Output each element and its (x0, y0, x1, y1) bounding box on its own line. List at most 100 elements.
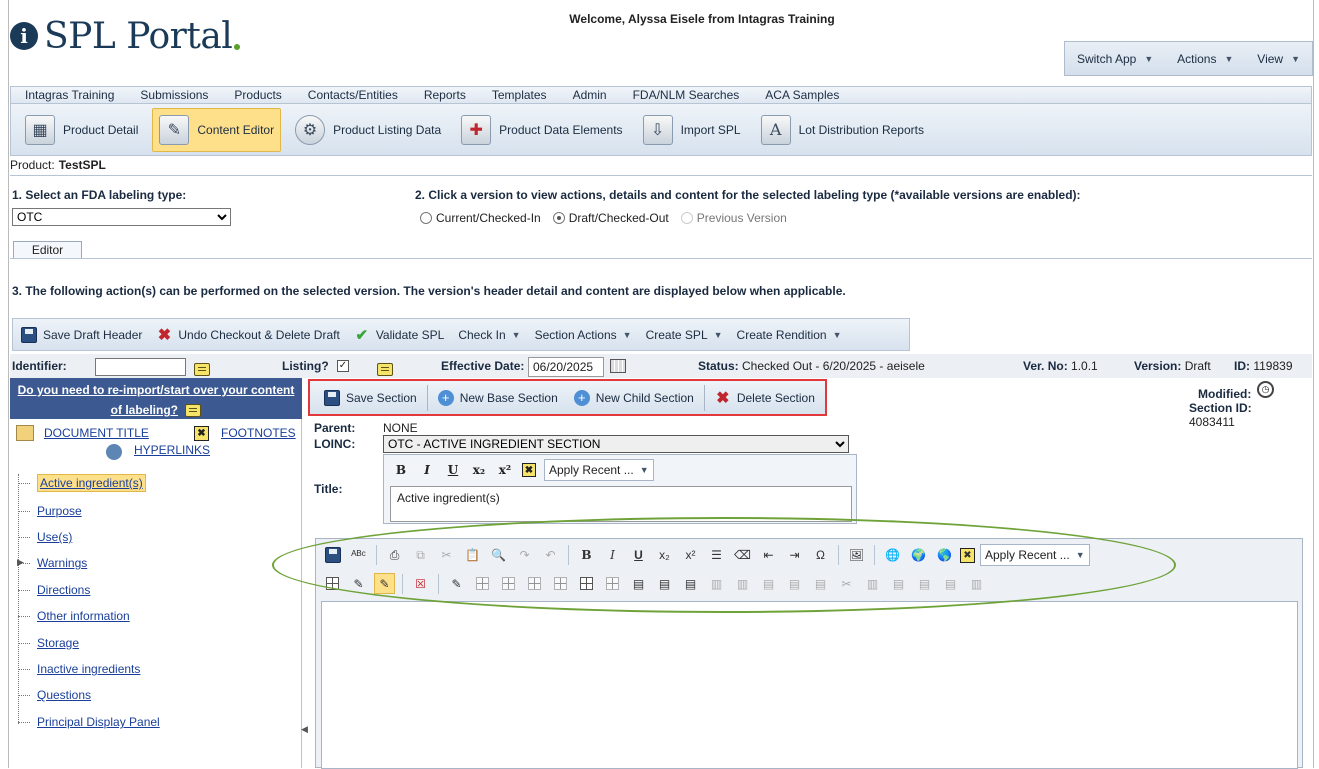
superscript-button[interactable]: x² (496, 461, 514, 479)
add-link-globe-icon[interactable]: 🌐 (882, 545, 903, 566)
nav-templates[interactable]: Templates (492, 88, 547, 102)
delete-table-icon[interactable]: ☒ (410, 573, 431, 594)
product-listing-data-button[interactable]: ⚙ Product Listing Data (289, 108, 447, 152)
find-icon[interactable]: 🔍 (488, 545, 509, 566)
save-draft-header-button[interactable]: Save Draft Header (21, 326, 142, 343)
tree-item-directions[interactable]: Directions (17, 583, 90, 597)
create-rendition-menu[interactable]: Create Rendition ▼ (737, 328, 842, 342)
tree-item-label[interactable]: Directions (37, 583, 90, 597)
identifier-input[interactable] (95, 358, 186, 376)
title-input[interactable]: Active ingredient(s) (390, 486, 852, 522)
align-right-icon[interactable]: ▤ (680, 573, 701, 594)
tree-item-label[interactable]: Principal Display Panel (37, 715, 160, 729)
superscript-button[interactable]: x² (680, 545, 701, 566)
tree-item-uses[interactable]: Use(s) (17, 530, 72, 544)
bullet-list-icon[interactable]: ☰ (706, 545, 727, 566)
tree-item-label[interactable]: Questions (37, 688, 91, 702)
table-grid-icon[interactable] (472, 573, 493, 594)
reimport-link[interactable]: Do you need to re-import/start over your… (18, 383, 295, 417)
apply-recent-dropdown[interactable]: Apply Recent ... ▼ (544, 459, 654, 481)
row-icon[interactable]: ▤ (888, 573, 909, 594)
section-actions-menu[interactable]: Section Actions ▼ (535, 328, 632, 342)
save-section-button[interactable]: Save Section (318, 384, 423, 412)
undo-checkout-button[interactable]: ✖ Undo Checkout & Delete Draft (156, 327, 340, 344)
tree-item-active-ingredients[interactable]: Active ingredient(s) (18, 474, 146, 492)
content-editing-area[interactable] (321, 601, 1298, 769)
paste-icon[interactable]: 📋 (462, 545, 483, 566)
spellcheck-icon[interactable]: ᴬᴮᶜ (348, 545, 369, 566)
italic-button[interactable]: I (602, 545, 623, 566)
footnote-icon[interactable]: ✖ (522, 463, 536, 477)
edit-table-icon[interactable]: ✎ (348, 573, 369, 594)
check-in-menu[interactable]: Check In ▼ (458, 328, 520, 342)
note-icon[interactable] (194, 362, 210, 376)
align-center-icon[interactable]: ▤ (654, 573, 675, 594)
nav-reports[interactable]: Reports (424, 88, 466, 102)
insert-table-icon[interactable] (322, 573, 343, 594)
radio-draft-checked-out[interactable]: Draft/Checked-Out (552, 211, 669, 225)
tree-item-label[interactable]: Other information (37, 609, 130, 623)
view-menu[interactable]: View ▼ (1257, 52, 1300, 66)
redo-icon[interactable]: ↷ (514, 545, 535, 566)
product-detail-button[interactable]: ▦ Product Detail (19, 108, 144, 152)
import-spl-button[interactable]: ⇩ Import SPL (637, 108, 747, 152)
save-icon[interactable] (322, 545, 343, 566)
expand-triangle-icon[interactable]: ▶ (17, 557, 24, 568)
labeling-type-select[interactable]: OTC (12, 208, 231, 226)
cell-properties-icon[interactable]: ✎ (446, 573, 467, 594)
new-child-section-button[interactable]: + New Child Section (568, 384, 700, 412)
product-data-elements-button[interactable]: ✚ Product Data Elements (455, 108, 628, 152)
delete-section-button[interactable]: ✖ Delete Section (709, 384, 821, 412)
footnote-icon[interactable]: ✖ (960, 547, 975, 563)
lot-distribution-reports-button[interactable]: A Lot Distribution Reports (755, 108, 930, 152)
tree-item-questions[interactable]: Questions (17, 688, 91, 702)
apply-recent-dropdown[interactable]: Apply Recent ... ▼ (980, 544, 1090, 566)
note-icon[interactable] (377, 362, 393, 376)
insert-row-icon[interactable]: ▤ (758, 573, 779, 594)
calendar-icon[interactable] (610, 359, 626, 373)
bold-button[interactable]: B (392, 461, 410, 479)
cut-icon[interactable]: ✂ (436, 545, 457, 566)
footnotes-link[interactable]: FOOTNOTES (221, 426, 296, 440)
nav-intagras-training[interactable]: Intagras Training (25, 88, 114, 102)
loinc-select[interactable]: OTC - ACTIVE INGREDIENT SECTION (383, 435, 849, 453)
insert-column-icon[interactable]: ▥ (706, 573, 727, 594)
unlink-globe-icon[interactable]: 🌎 (934, 545, 955, 566)
new-base-section-button[interactable]: + New Base Section (432, 384, 564, 412)
tree-item-inactive-ingredients[interactable]: Inactive ingredients (17, 662, 140, 676)
radio-current-checked-in[interactable]: Current/Checked-In (420, 211, 541, 225)
nav-fda-nlm-searches[interactable]: FDA/NLM Searches (633, 88, 740, 102)
nav-aca-samples[interactable]: ACA Samples (765, 88, 839, 102)
indent-icon[interactable]: ⇥ (784, 545, 805, 566)
collapse-panel-icon[interactable]: ◀ (301, 724, 308, 735)
outdent-icon[interactable]: ⇤ (758, 545, 779, 566)
content-editor-button[interactable]: ✎ Content Editor (152, 107, 282, 152)
table-properties-icon[interactable]: ✎ (374, 573, 395, 594)
nav-admin[interactable]: Admin (573, 88, 607, 102)
row-icon[interactable]: ▤ (940, 573, 961, 594)
underline-button[interactable]: U (628, 545, 649, 566)
subscript-button[interactable]: x₂ (654, 545, 675, 566)
tree-item-label[interactable]: Purpose (37, 504, 82, 518)
switch-app-menu[interactable]: Switch App ▼ (1077, 52, 1153, 66)
tree-item-label[interactable]: Warnings (37, 556, 87, 570)
effective-date-input[interactable]: 06/20/2025 (528, 357, 604, 377)
tree-item-warnings[interactable]: Warnings (17, 556, 87, 570)
merge-cell-icon[interactable]: ▥ (862, 573, 883, 594)
create-spl-menu[interactable]: Create SPL ▼ (646, 328, 723, 342)
underline-button[interactable]: U (444, 461, 462, 479)
actions-menu[interactable]: Actions ▼ (1177, 52, 1233, 66)
tree-item-label[interactable]: Active ingredient(s) (37, 474, 146, 492)
undo-icon[interactable]: ↶ (540, 545, 561, 566)
bold-button[interactable]: B (576, 545, 597, 566)
nav-submissions[interactable]: Submissions (140, 88, 208, 102)
delete-row-icon[interactable]: ▤ (810, 573, 831, 594)
note-icon[interactable] (185, 404, 202, 418)
table-grid-icon[interactable] (550, 573, 571, 594)
copy-icon[interactable]: ⧉ (410, 545, 431, 566)
table-grid-icon[interactable] (576, 573, 597, 594)
split-cell-icon[interactable]: ✂ (836, 573, 857, 594)
tree-item-principal-display-panel[interactable]: Principal Display Panel (18, 715, 160, 729)
column-icon[interactable]: ▥ (966, 573, 987, 594)
align-left-icon[interactable]: ▤ (628, 573, 649, 594)
